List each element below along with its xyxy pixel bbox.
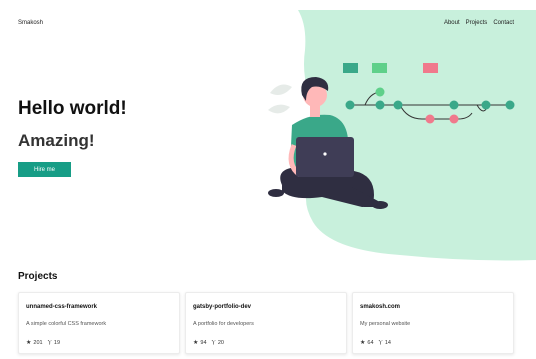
project-description: A portfolio for developers xyxy=(193,321,254,327)
hero-title: Hello world! xyxy=(18,98,127,119)
developer-illustration xyxy=(268,63,515,209)
main-nav: About Projects Contact xyxy=(444,20,514,26)
fork-icon: Ⲩ xyxy=(211,340,216,346)
brand-logo[interactable]: Smakosh xyxy=(18,20,43,26)
graph-square-teal xyxy=(343,63,358,73)
graph-square-pink xyxy=(423,63,438,73)
project-name: gatsby-portfolio-dev xyxy=(193,304,251,310)
fork-icon: Ⲩ xyxy=(378,340,383,346)
fork-count: 19 xyxy=(53,340,61,346)
star-icon: ★ xyxy=(26,340,32,346)
fork-count: 14 xyxy=(384,340,391,346)
project-description: My personal website xyxy=(360,321,411,327)
star-count: 201 xyxy=(33,340,43,346)
fork-icon: Ⲩ xyxy=(47,340,52,346)
leaf-decorations xyxy=(268,84,292,114)
hire-me-button[interactable]: Hire me xyxy=(18,162,71,177)
project-name: smakosh.com xyxy=(360,304,401,310)
projects-section-title: Projects xyxy=(18,271,58,282)
star-icon: ★ xyxy=(193,340,199,346)
nav-link-projects[interactable]: Projects xyxy=(466,20,488,26)
page: Smakosh About Projects Contact Hello wor… xyxy=(0,0,536,359)
project-stats: ★ 64 Ⲩ 14 xyxy=(360,340,391,346)
projects-grid: unnamed-css-framework A simple colorful … xyxy=(18,292,514,354)
star-count: 64 xyxy=(367,340,374,346)
graph-square-green xyxy=(372,63,387,73)
project-stats: ★ 94 Ⲩ 20 xyxy=(193,340,224,346)
star-count: 94 xyxy=(200,340,207,346)
fork-count: 20 xyxy=(217,340,224,346)
project-description: A simple colorful CSS framework xyxy=(26,321,107,327)
hero-subtitle: Amazing! xyxy=(18,131,95,150)
nav-link-contact[interactable]: Contact xyxy=(493,20,514,26)
project-stats: ★ 201 Ⲩ 19 xyxy=(26,340,60,346)
nav-link-about[interactable]: About xyxy=(444,20,460,26)
star-icon: ★ xyxy=(360,340,366,346)
project-card[interactable]: gatsby-portfolio-dev A portfolio for dev… xyxy=(185,292,347,354)
project-card[interactable]: unnamed-css-framework A simple colorful … xyxy=(18,292,180,354)
project-name: unnamed-css-framework xyxy=(26,304,98,310)
project-card[interactable]: smakosh.com My personal website ★ 64 Ⲩ 14 xyxy=(352,292,514,354)
